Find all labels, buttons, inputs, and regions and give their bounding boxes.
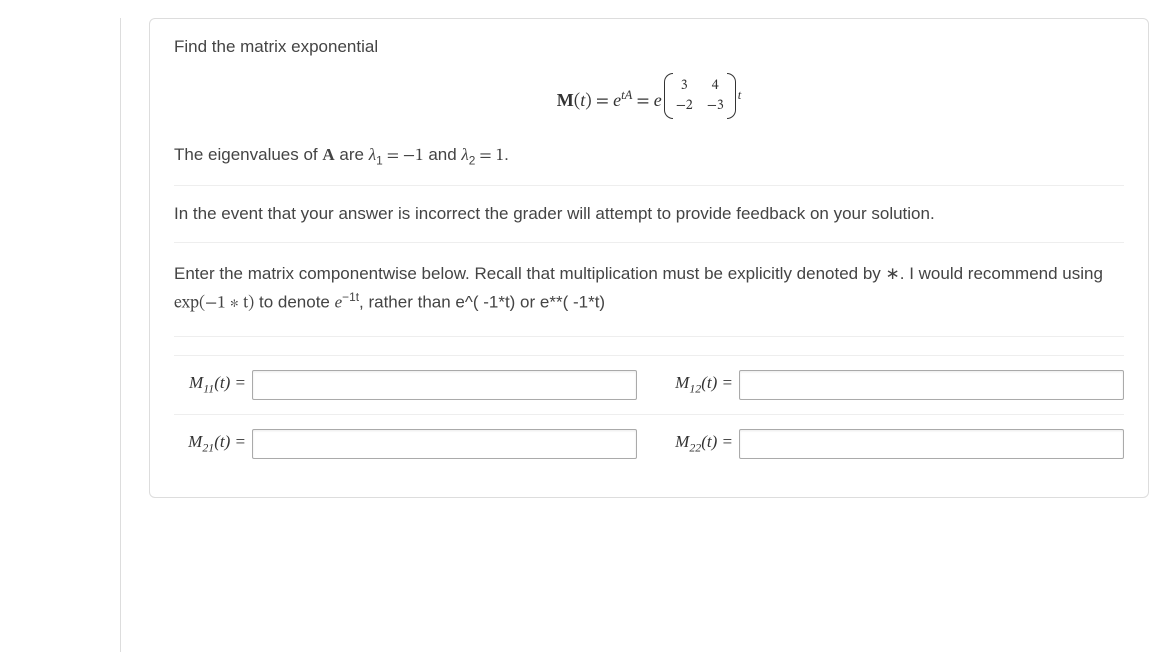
close-paren: ) <box>585 93 591 111</box>
m12-eq: = <box>717 373 733 392</box>
equals-1: = <box>596 93 609 111</box>
m12-M: M <box>675 373 689 392</box>
matrix-a12: 4 <box>707 77 724 95</box>
instructions-text: Enter the matrix componentwise below. Re… <box>174 261 1124 317</box>
A-symbol: A <box>322 145 334 164</box>
m11-targ: (t) <box>214 373 230 392</box>
m12-sub: 12 <box>689 381 701 395</box>
instr-p2: to denote <box>254 292 334 311</box>
m21-input[interactable] <box>252 429 637 459</box>
e-2: e <box>654 90 662 110</box>
tA-sup: tA <box>621 88 632 102</box>
matrix-grid: 3 4 −2 −3 <box>670 75 730 117</box>
m22-pair: M22(t) = <box>661 429 1124 459</box>
problem-section: Find the matrix exponential M(t) = etA =… <box>174 37 1124 186</box>
m22-input[interactable] <box>739 429 1124 459</box>
eigenvalues-line: The eigenvalues of A are λ1 = −1 and λ2 … <box>174 145 1124 167</box>
m11-M: M <box>189 373 203 392</box>
instr-p3: , rather than e^( -1*t) or e**( -1*t) <box>359 292 605 311</box>
m22-M: M <box>675 432 689 451</box>
instr-p1: Enter the matrix componentwise below. Re… <box>174 264 1103 283</box>
matrix-a22: −3 <box>707 97 724 115</box>
m12-pair: M12(t) = <box>661 370 1124 400</box>
question-panel: Find the matrix exponential M(t) = etA =… <box>149 18 1149 498</box>
m21-targ: (t) <box>214 432 230 451</box>
e-1: e <box>613 90 621 110</box>
matrix-parens: 3 4 −2 −3 <box>664 75 736 117</box>
m21-M: M <box>188 432 202 451</box>
eigen-prefix: The eigenvalues of <box>174 145 322 164</box>
and-text: and <box>424 145 462 164</box>
m21-sub: 21 <box>202 440 214 454</box>
m12-label: M12(t) = <box>661 373 733 396</box>
lambda1-eq: = −1 <box>383 148 424 165</box>
m22-label: M22(t) = <box>661 432 733 455</box>
m22-sub: 22 <box>689 440 701 454</box>
eigen-mid1: are <box>335 145 369 164</box>
answer-row-2: M21(t) = M22(t) = <box>174 414 1124 473</box>
matrix-exponential-display: M(t) = etA = e 3 4 −2 −3 t <box>174 75 1124 117</box>
equals-2: = <box>637 93 650 111</box>
m22-eq: = <box>717 432 733 451</box>
m12-input[interactable] <box>739 370 1124 400</box>
m11-input[interactable] <box>252 370 637 400</box>
m11-pair: M11(t) = <box>174 370 637 400</box>
post-t: t <box>738 88 742 102</box>
lambda-2: λ <box>461 145 468 164</box>
m12-targ: (t) <box>701 373 717 392</box>
lambda-1: λ <box>369 145 376 164</box>
m11-eq: = <box>230 373 246 392</box>
m11-label: M11(t) = <box>174 373 246 396</box>
M-symbol: M <box>557 90 574 110</box>
matrix-exponent: 3 4 −2 −3 t <box>662 89 742 102</box>
matrix-a21: −2 <box>676 97 693 115</box>
m11-sub: 11 <box>203 381 214 395</box>
instructions-section: Enter the matrix componentwise below. Re… <box>174 261 1124 336</box>
feedback-section: In the event that your answer is incorre… <box>174 204 1124 243</box>
page-container: Find the matrix exponential M(t) = etA =… <box>120 18 1169 652</box>
matrix-a11: 3 <box>676 77 693 95</box>
m21-pair: M21(t) = <box>174 429 637 459</box>
m22-targ: (t) <box>701 432 717 451</box>
answer-row-1: M11(t) = M12(t) = <box>174 355 1124 414</box>
e-instr: e <box>335 292 343 311</box>
period: . <box>504 145 509 164</box>
exp-sup: −1t <box>342 290 359 304</box>
lambda1-sub: 1 <box>376 153 383 167</box>
m21-eq: = <box>230 432 246 451</box>
m21-label: M21(t) = <box>174 432 246 455</box>
feedback-text: In the event that your answer is incorre… <box>174 204 1124 224</box>
exp-expr: exp(−1 ∗ t) <box>174 295 254 312</box>
intro-text: Find the matrix exponential <box>174 37 1124 57</box>
answers-block: M11(t) = M12(t) = M21(t) = M22(t) = <box>174 355 1124 473</box>
lambda2-eq: = 1 <box>475 148 504 165</box>
